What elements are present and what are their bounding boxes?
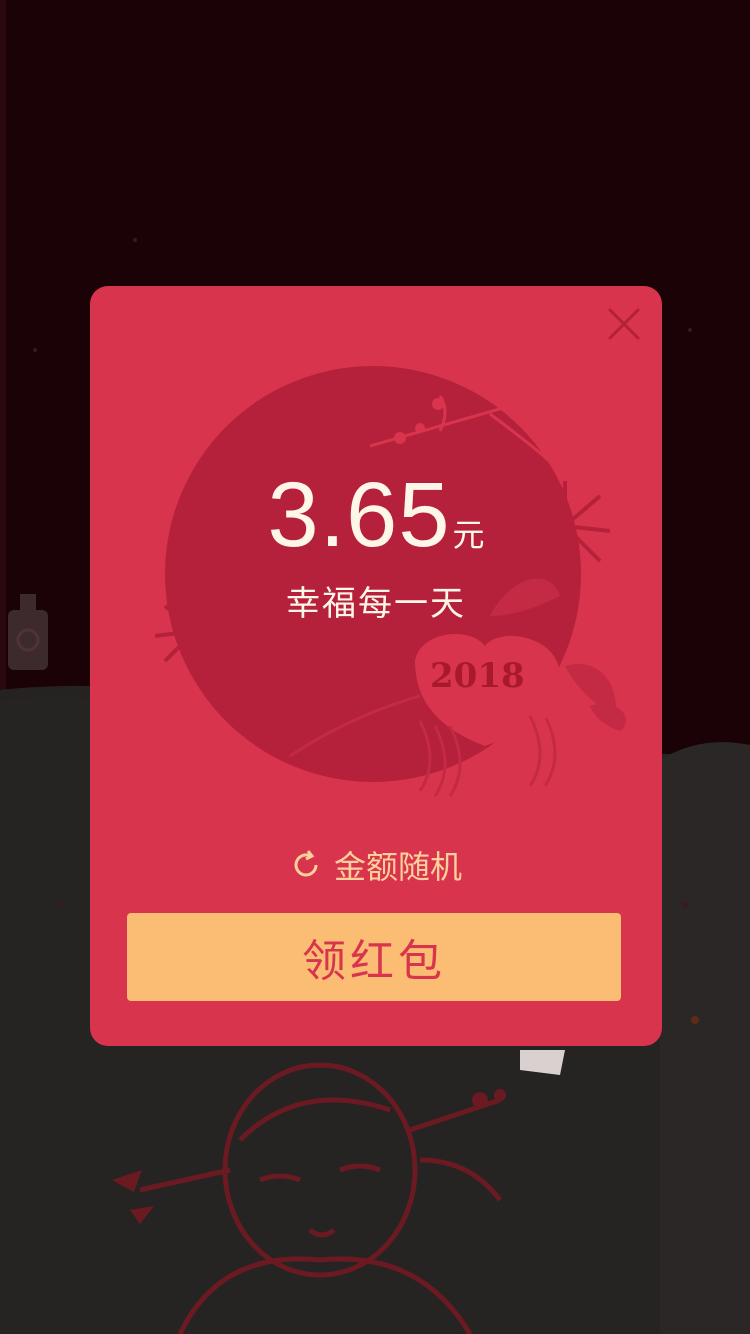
claim-red-packet-button[interactable]: 领红包 (127, 913, 621, 1001)
currency-unit: 元 (452, 516, 485, 554)
close-icon (608, 308, 640, 340)
random-amount-toggle[interactable]: 金额随机 (90, 842, 662, 888)
red-packet-dialog: 3.65元 幸福每一天 2018 金额随机 领红包 (90, 286, 662, 1046)
random-amount-label: 金额随机 (333, 848, 462, 886)
amount-display: 3.65元 (90, 469, 662, 561)
blessing-text: 幸福每一天 (286, 584, 466, 624)
refresh-icon (290, 849, 322, 881)
close-button[interactable] (604, 304, 644, 344)
year-label: 2018 (430, 656, 525, 696)
amount-value: 3.65 (267, 464, 451, 566)
